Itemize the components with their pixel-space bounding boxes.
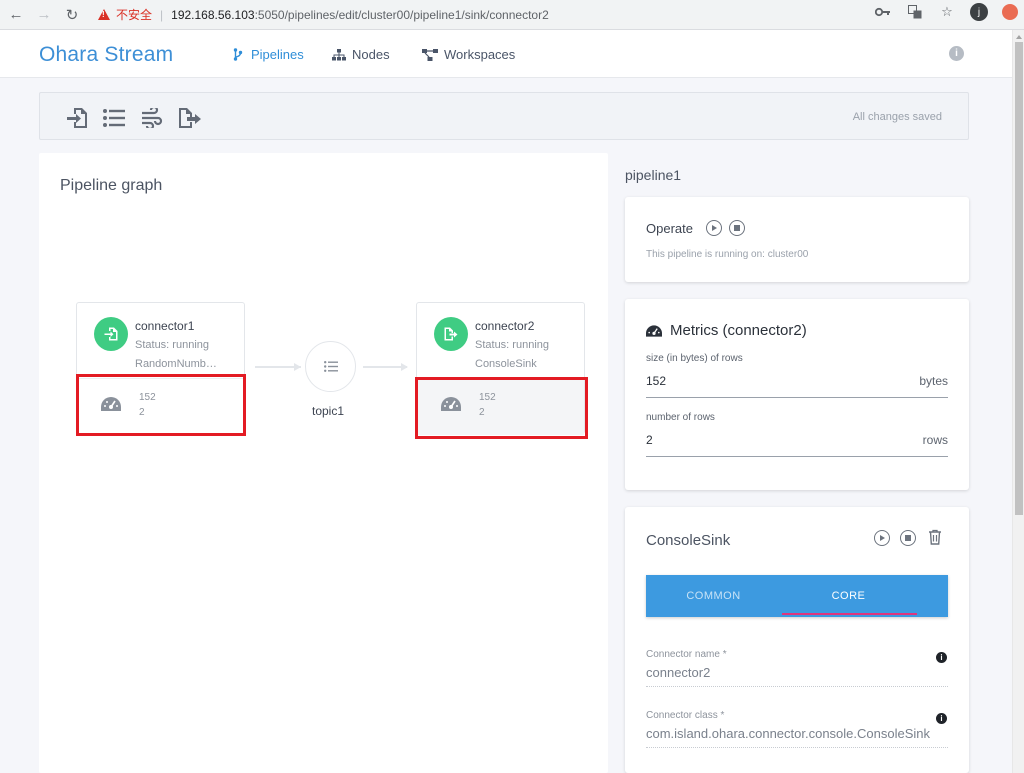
stop-icon — [905, 535, 911, 541]
key-icon[interactable] — [874, 3, 892, 21]
insecure-label: 不安全 — [116, 8, 153, 22]
highlight-box — [76, 374, 246, 436]
topic-label: topic1 — [312, 404, 345, 418]
tab-core[interactable]: CORE — [781, 575, 916, 617]
stream-app-icon[interactable] — [140, 106, 164, 130]
pipeline-graph-panel: Pipeline graph connector1 Status: runnin… — [39, 153, 608, 773]
start-connector-button[interactable] — [874, 530, 890, 546]
node-header: connector2 Status: running ConsoleSink — [417, 303, 584, 378]
graph-node-topic1[interactable] — [305, 341, 356, 392]
sink-connector-icon — [434, 317, 468, 351]
play-icon — [712, 225, 717, 231]
metrics-card: Metrics (connector2) size (in bytes) of … — [625, 299, 969, 490]
profile-avatar[interactable]: j — [970, 3, 988, 21]
connector-class-field[interactable]: com.island.ohara.connector.console.Conso… — [646, 726, 948, 748]
edge-arrowhead — [401, 363, 408, 371]
branch-icon — [231, 48, 245, 62]
field-label: size (in bytes) of rows — [646, 353, 743, 364]
edge-arrowhead — [294, 363, 301, 371]
url-path: :5050/pipelines/edit/cluster00/pipeline1… — [254, 7, 549, 22]
connector-name-label: Connector name * — [646, 649, 727, 660]
nav-pipelines-label: Pipelines — [251, 47, 304, 62]
page-scrollbar[interactable] — [1012, 30, 1024, 773]
back-icon[interactable]: ← — [4, 3, 28, 27]
info-icon[interactable]: i — [949, 46, 964, 61]
operate-description: This pipeline is running on: cluster00 — [646, 249, 809, 260]
field-label: number of rows — [646, 412, 715, 423]
connector-class-label: Connector class * — [646, 710, 725, 721]
app-header: Ohara Stream Pipelines Nodes Workspaces … — [0, 30, 1012, 78]
metric-bytes-field: 152 bytes — [646, 374, 948, 398]
connector-config-card: ConsoleSink COMMON CORE Connector name *… — [625, 507, 969, 773]
nav-workspaces-label: Workspaces — [444, 47, 516, 62]
save-status: All changes saved — [852, 111, 942, 123]
metrics-title: Metrics (connector2) — [646, 322, 807, 339]
operate-title: Operate — [646, 221, 693, 236]
field-unit: rows — [922, 433, 948, 447]
config-tabs: COMMON CORE — [646, 575, 948, 617]
start-pipeline-button[interactable] — [706, 220, 722, 236]
field-value: 152 — [646, 374, 667, 388]
pipeline-toolbar: All changes saved — [39, 92, 969, 140]
extension-icon[interactable] — [1002, 4, 1018, 20]
pipeline-name: pipeline1 — [625, 167, 682, 183]
graph-title: Pipeline graph — [60, 177, 163, 194]
forward-icon[interactable]: → — [32, 3, 56, 27]
node-status: Status: running — [475, 339, 549, 351]
nav-pipelines[interactable]: Pipelines — [231, 47, 304, 62]
scroll-thumb[interactable] — [1015, 42, 1023, 515]
connector-title: ConsoleSink — [646, 532, 731, 549]
field-unit: bytes — [919, 374, 948, 388]
active-tab-indicator — [782, 613, 917, 615]
node-status: Status: running — [135, 339, 209, 351]
highlight-box — [415, 377, 588, 439]
stop-pipeline-button[interactable] — [729, 220, 745, 236]
reload-icon[interactable]: ↻ — [60, 3, 84, 27]
brand-logo[interactable]: Ohara Stream — [39, 43, 173, 67]
nav-nodes[interactable]: Nodes — [332, 47, 390, 62]
address-bar[interactable]: 不安全 | 192.168.56.103:5050/pipelines/edit… — [98, 3, 549, 27]
nav-workspaces[interactable]: Workspaces — [422, 47, 515, 62]
node-header: connector1 Status: running RandomNumb… — [77, 303, 244, 378]
tachometer-icon — [646, 324, 662, 337]
node-class: ConsoleSink — [475, 358, 537, 370]
node-name: connector2 — [475, 319, 535, 333]
bookmark-star-icon[interactable]: ☆ — [938, 3, 956, 21]
field-value: 2 — [646, 433, 653, 447]
topic-list-icon[interactable] — [102, 106, 126, 130]
metric-rows-field: 2 rows — [646, 433, 948, 457]
list-icon — [323, 361, 338, 372]
info-icon[interactable]: i — [936, 652, 947, 663]
scroll-up-icon[interactable] — [1016, 35, 1022, 39]
stop-connector-button[interactable] — [900, 530, 916, 546]
info-icon[interactable]: i — [936, 713, 947, 724]
sink-connector-icon[interactable] — [178, 106, 202, 130]
nav-nodes-label: Nodes — [352, 47, 390, 62]
warning-icon — [98, 9, 110, 20]
source-connector-icon[interactable] — [65, 106, 89, 130]
translate-icon[interactable] — [906, 3, 924, 21]
connector-name-field[interactable]: connector2 — [646, 665, 948, 687]
stop-icon — [734, 225, 740, 231]
browser-toolbar: ← → ↻ 不安全 | 192.168.56.103:5050/pipeline… — [0, 0, 1024, 30]
sitemap-icon — [332, 48, 346, 62]
project-diagram-icon — [422, 48, 438, 62]
node-class: RandomNumb… — [135, 358, 217, 370]
url-host: 192.168.56.103 — [171, 7, 255, 22]
node-name: connector1 — [135, 319, 195, 333]
operate-card: Operate This pipeline is running on: clu… — [625, 197, 969, 282]
play-icon — [880, 535, 885, 541]
source-connector-icon — [94, 317, 128, 351]
trash-icon[interactable] — [928, 529, 942, 545]
address-divider: | — [160, 7, 164, 22]
tab-common[interactable]: COMMON — [646, 575, 781, 617]
metrics-title-text: Metrics (connector2) — [670, 322, 807, 339]
